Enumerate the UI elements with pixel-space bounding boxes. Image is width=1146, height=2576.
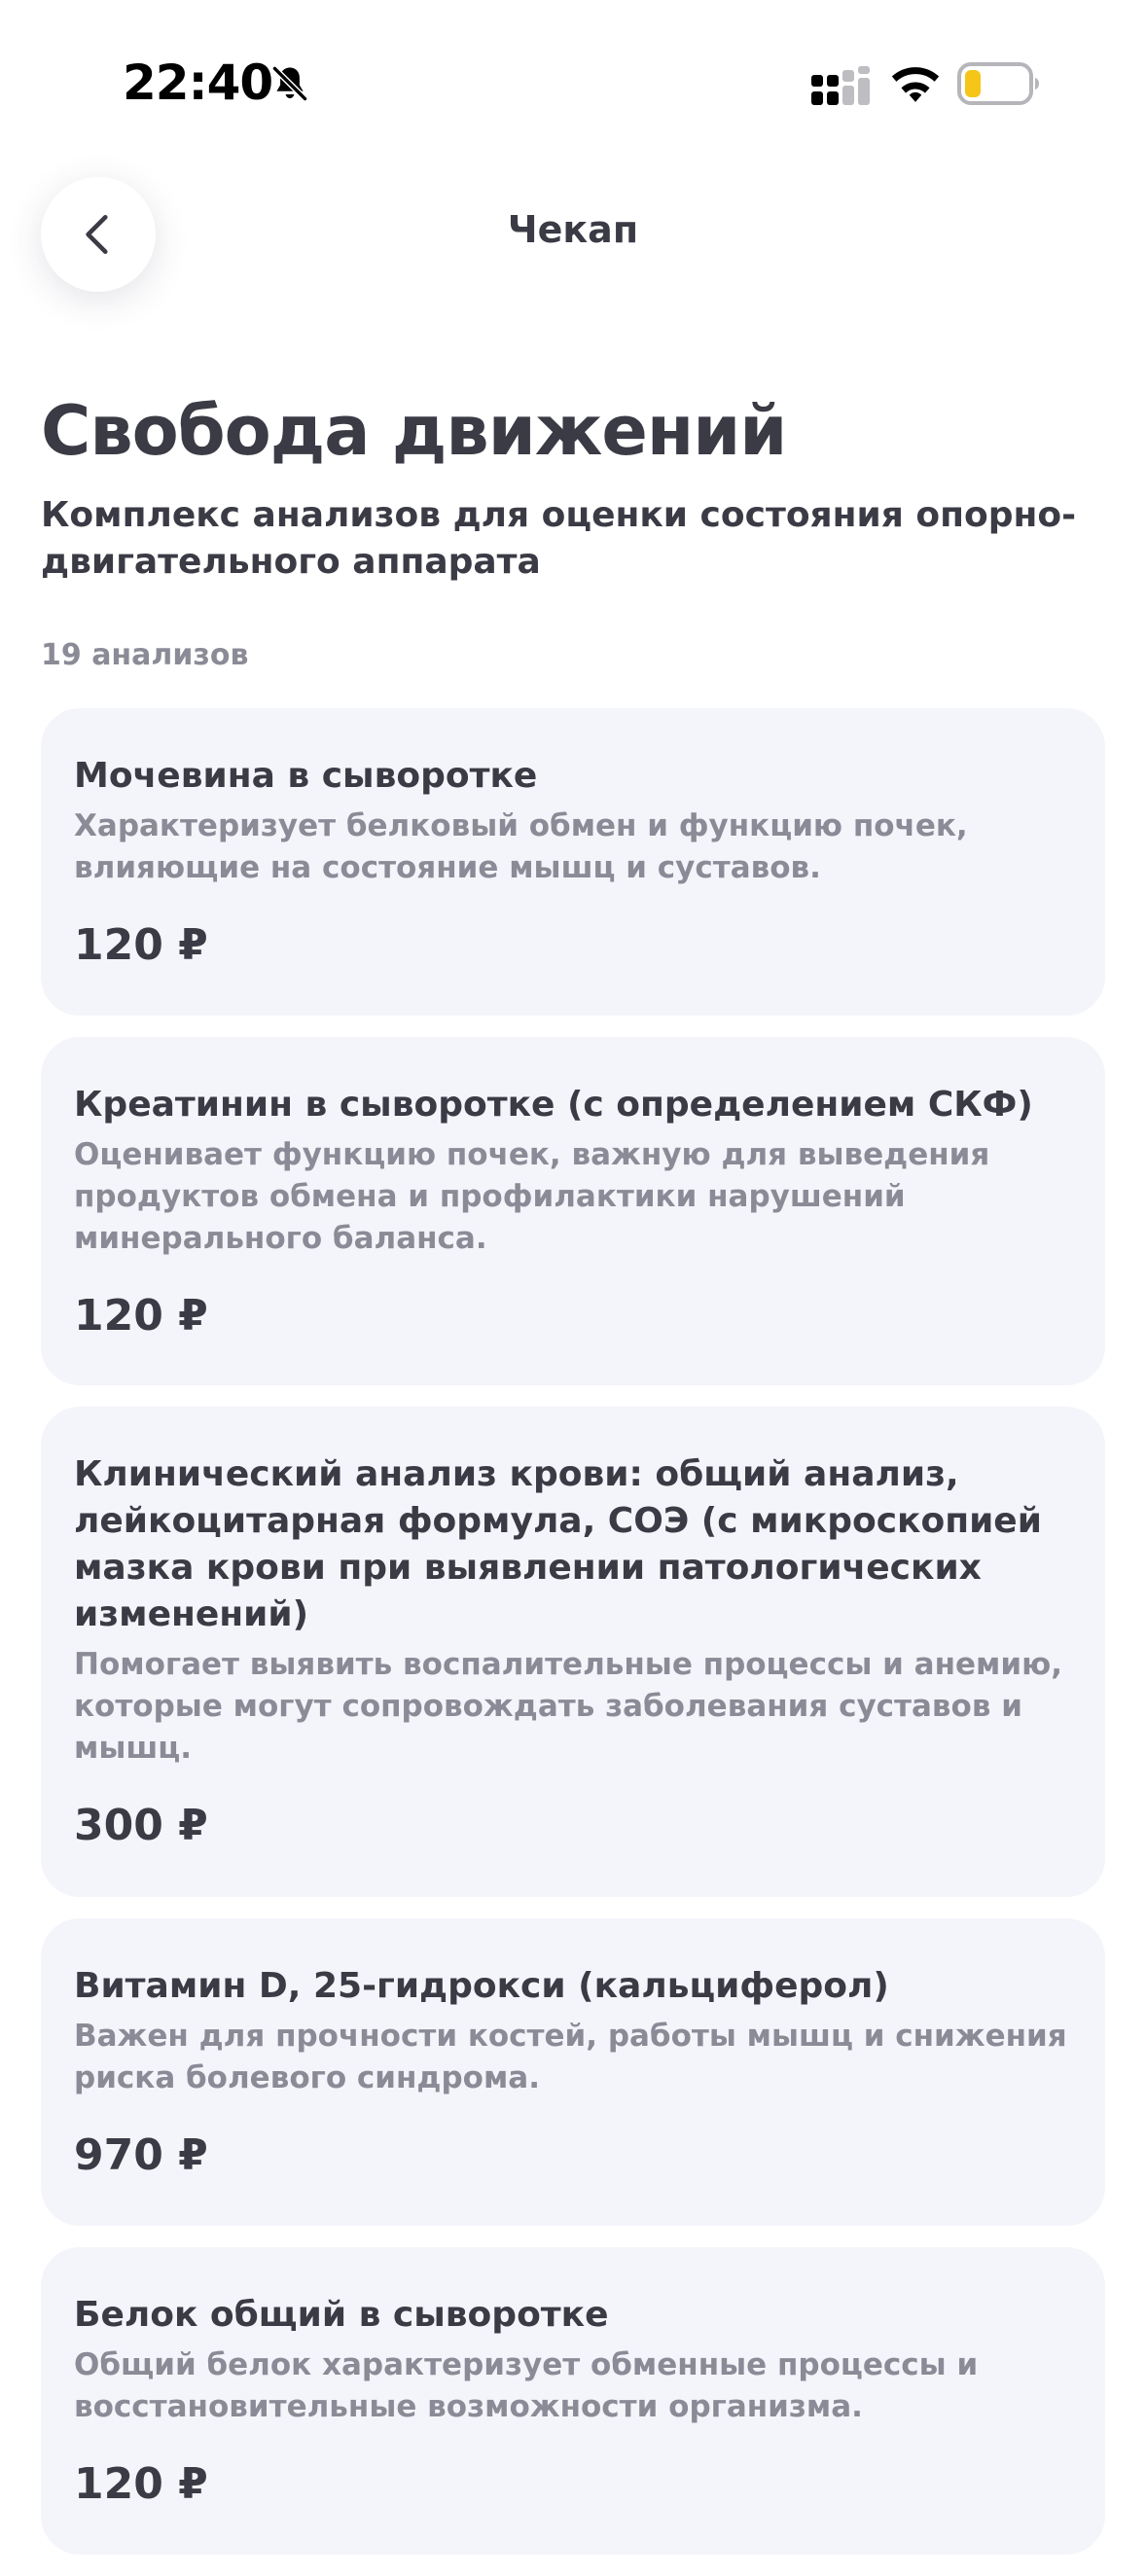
- bell-muted-icon: [272, 66, 307, 101]
- test-title: Креатинин в сыворотке (с определением СК…: [74, 1085, 1033, 1125]
- test-card[interactable]: Белок общий в сыворотке Общий белок хара…: [41, 2247, 1105, 2555]
- tests-count: 19 анализов: [41, 638, 249, 672]
- header-title: Чекап: [507, 208, 639, 251]
- status-bar: 22:40: [0, 0, 1146, 165]
- test-price: 120 ₽: [74, 2459, 208, 2509]
- test-description: Помогает выявить воспалительные процессы…: [74, 1647, 1062, 1766]
- test-title: Мочевина в сыворотке: [74, 756, 538, 796]
- test-description: Общий белок характеризует обменные проце…: [74, 2347, 979, 2424]
- test-description: Важен для прочности костей, работы мышц …: [74, 2019, 1067, 2095]
- test-title: Белок общий в сыворотке: [74, 2295, 609, 2335]
- test-card[interactable]: Клинический анализ крови: общий анализ, …: [41, 1407, 1105, 1897]
- tests-list: Мочевина в сыворотке Характеризует белко…: [41, 708, 1105, 2576]
- test-description: Оценивает функцию почек, важную для выве…: [74, 1137, 990, 1256]
- test-price: 300 ₽: [74, 1801, 208, 1850]
- test-price: 120 ₽: [74, 920, 208, 970]
- test-title: Клинический анализ крови: общий анализ, …: [74, 1454, 1042, 1634]
- page-subtitle: Комплекс анализов для оценки состояния о…: [41, 495, 1077, 582]
- test-card[interactable]: Мочевина в сыворотке Характеризует белко…: [41, 708, 1105, 1016]
- test-description: Характеризует белковый обмен и функцию п…: [74, 808, 968, 885]
- battery-icon: [957, 62, 1039, 105]
- test-card[interactable]: Креатинин в сыворотке (с определением СК…: [41, 1037, 1105, 1385]
- page-title: Свобода движений: [41, 391, 787, 471]
- signal-icon: [811, 66, 870, 105]
- test-card[interactable]: Витамин D, 25-гидрокси (кальциферол) Важ…: [41, 1918, 1105, 2226]
- wifi-icon: [891, 67, 940, 102]
- status-time: 22:40: [123, 54, 273, 111]
- test-title: Витамин D, 25-гидрокси (кальциферол): [74, 1966, 889, 2006]
- test-price: 120 ₽: [74, 1291, 208, 1341]
- test-price: 970 ₽: [74, 2130, 208, 2180]
